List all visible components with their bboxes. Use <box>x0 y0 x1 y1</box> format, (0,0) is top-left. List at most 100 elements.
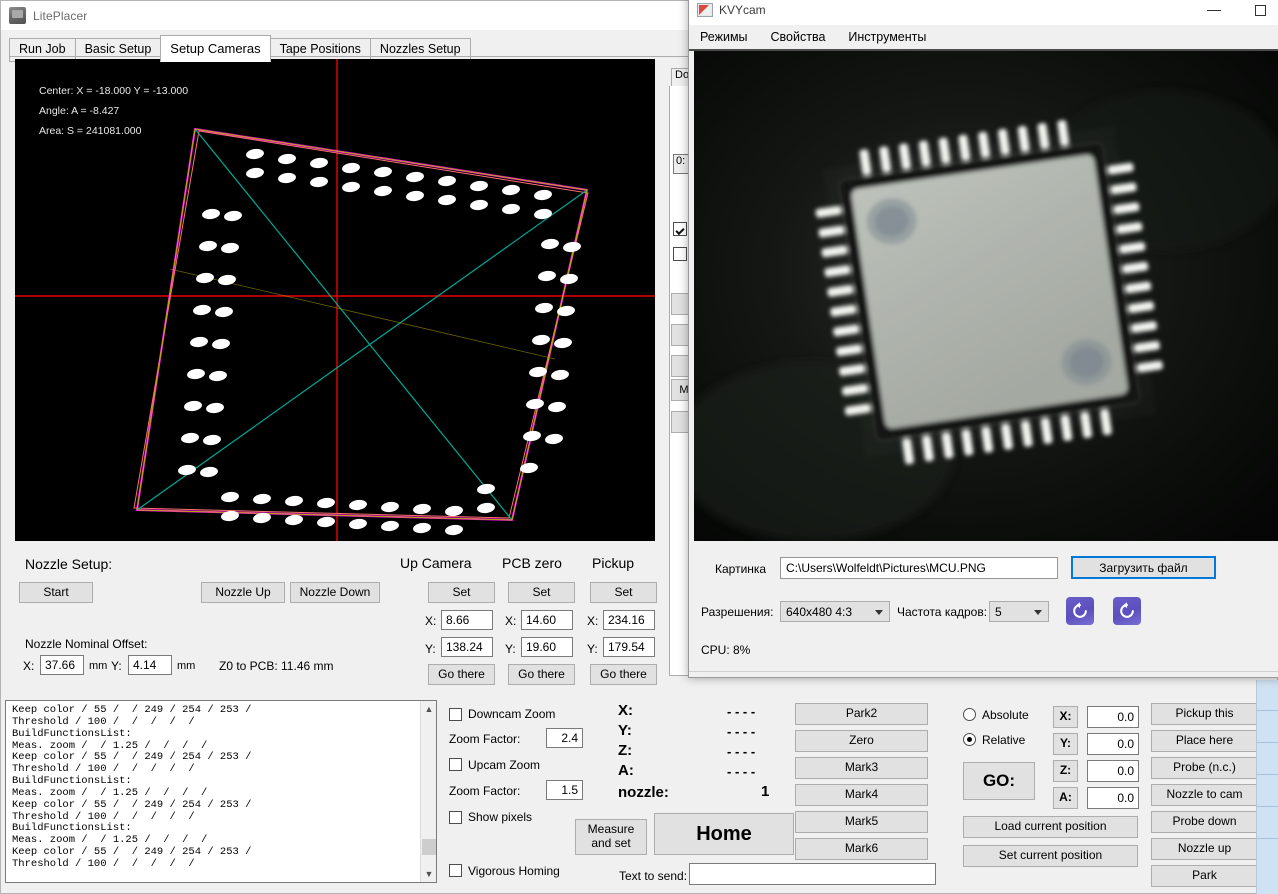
pickup-set-button[interactable]: Set <box>590 582 657 603</box>
up-camera-set-button[interactable]: Set <box>428 582 495 603</box>
probe-down-button[interactable]: Probe down <box>1151 811 1258 833</box>
show-pixels-checkbox[interactable] <box>449 811 462 824</box>
nozzle-nominal-offset-label: Nozzle Nominal Offset: <box>25 637 148 651</box>
set-current-position-button[interactable]: Set current position <box>963 845 1138 867</box>
log-scrollbar-thumb[interactable] <box>422 839 436 855</box>
nominal-offset-y-input[interactable]: 4.14 <box>128 655 172 675</box>
readout-z-label: Z: <box>618 742 633 759</box>
resolution-select[interactable]: 640x480 4:3 <box>780 601 890 622</box>
mark6-button[interactable]: Mark6 <box>795 838 928 860</box>
text-to-send-label: Text to send: <box>619 869 688 883</box>
rotate-left-icon[interactable] <box>1066 597 1094 625</box>
text-to-send-input[interactable] <box>689 863 936 885</box>
nozzle-up-button-2[interactable]: Nozzle up <box>1151 838 1258 860</box>
upcam-zoom-factor-input[interactable]: 1.5 <box>546 780 583 800</box>
downcam-vision-canvas[interactable]: Center: X = -18.000 Y = -13.000 Angle: A… <box>15 59 655 541</box>
pickup-this-button[interactable]: Pickup this <box>1151 703 1258 725</box>
mark5-button[interactable]: Mark5 <box>795 811 928 833</box>
pickup-x-input[interactable]: 234.16 <box>603 610 655 630</box>
pcb-zero-y-input[interactable]: 19.60 <box>521 637 573 657</box>
log-scrollbar[interactable]: ▲ ▼ <box>420 701 436 882</box>
pcb-zero-set-button[interactable]: Set <box>508 582 575 603</box>
probe-nc-button[interactable]: Probe (n.c.) <box>1151 757 1258 779</box>
load-current-position-button[interactable]: Load current position <box>963 816 1138 838</box>
kvycam-video-preview[interactable] <box>694 51 1278 541</box>
nozzle-to-cam-button[interactable]: Nozzle to cam <box>1151 784 1258 806</box>
vision-angle-text: Angle: A = -8.427 <box>39 105 120 117</box>
rotate-left-glyph <box>1073 602 1087 618</box>
absolute-radio[interactable] <box>963 708 976 721</box>
up-camera-y-label: Y: <box>425 642 436 656</box>
up-camera-go-there-button[interactable]: Go there <box>428 664 495 685</box>
downcam-zoom-checkbox[interactable] <box>449 708 462 721</box>
zero-button[interactable]: Zero <box>795 730 928 752</box>
scroll-down-icon[interactable]: ▼ <box>421 866 436 882</box>
readout-a-label: A: <box>618 762 634 779</box>
up-camera-x-input[interactable]: 8.66 <box>441 610 493 630</box>
readout-y-value: - - - - <box>727 724 756 739</box>
readout-x-value: - - - - <box>727 704 756 719</box>
framerate-label: Частота кадров: <box>897 605 988 619</box>
load-file-button[interactable]: Загрузить файл <box>1071 556 1216 579</box>
picture-label: Картинка <box>715 562 767 576</box>
chevron-down-icon-2 <box>1034 609 1042 615</box>
pcb-zero-go-there-button[interactable]: Go there <box>508 664 575 685</box>
place-here-button[interactable]: Place here <box>1151 730 1258 752</box>
tab-setup-cameras[interactable]: Setup Cameras <box>160 35 271 62</box>
downcam-zoom-factor-input[interactable]: 2.4 <box>546 728 583 748</box>
pcb-zero-x-input[interactable]: 14.60 <box>521 610 573 630</box>
rotate-right-icon[interactable] <box>1113 597 1141 625</box>
kvycam-bottom-panel: Картинка C:\Users\Wolfeldt\Pictures\MCU.… <box>689 543 1278 677</box>
go-z-label: Z: <box>1053 760 1078 782</box>
scroll-up-icon[interactable]: ▲ <box>421 701 436 717</box>
log-output-box[interactable]: Keep color / 55 / / 249 / 254 / 253 / Th… <box>5 700 437 883</box>
pickup-group-title: Pickup <box>592 555 635 571</box>
nominal-offset-x-input[interactable]: 37.66 <box>40 655 84 675</box>
up-camera-x-label: X: <box>425 614 437 628</box>
kvycam-maximize-icon[interactable] <box>1237 0 1278 25</box>
vigorous-homing-label: Vigorous Homing <box>468 864 560 878</box>
pickup-y-input[interactable]: 179.54 <box>603 637 655 657</box>
vision-center-text: Center: X = -18.000 Y = -13.000 <box>39 85 189 97</box>
log-output-text: Keep color / 55 / / 249 / 254 / 253 / Th… <box>12 704 252 870</box>
go-x-input[interactable]: 0.0 <box>1087 706 1139 728</box>
menu-item-instrumenty[interactable]: Инструменты <box>845 28 929 46</box>
measure-and-set-button[interactable]: Measure and set <box>575 819 647 855</box>
readout-nozzle-value: 1 <box>761 783 770 800</box>
right-column-checkbox-2[interactable] <box>673 247 687 261</box>
go-y-label: Y: <box>1053 733 1078 755</box>
framerate-select[interactable]: 5 <box>989 601 1049 622</box>
upcam-zoom-checkbox[interactable] <box>449 758 462 771</box>
nozzle-setup-heading: Nozzle Setup: <box>25 556 113 572</box>
pickup-y-label: Y: <box>587 642 598 656</box>
mark4-button[interactable]: Mark4 <box>795 784 928 806</box>
start-button[interactable]: Start <box>19 582 93 603</box>
pickup-go-there-button[interactable]: Go there <box>590 664 657 685</box>
go-z-input[interactable]: 0.0 <box>1087 760 1139 782</box>
go-button[interactable]: GO: <box>963 762 1035 800</box>
go-a-input[interactable]: 0.0 <box>1087 787 1139 809</box>
menu-item-svoystva[interactable]: Свойства <box>768 28 829 46</box>
up-camera-y-input[interactable]: 138.24 <box>441 637 493 657</box>
readout-a-value: - - - - <box>727 764 756 779</box>
go-y-input[interactable]: 0.0 <box>1087 733 1139 755</box>
vigorous-homing-checkbox[interactable] <box>449 864 462 877</box>
liteplacer-right-column: Do 0: M <box>661 59 697 679</box>
readout-x-label: X: <box>618 702 633 719</box>
home-button[interactable]: Home <box>654 813 794 855</box>
go-a-label: A: <box>1053 787 1078 809</box>
menu-item-rezhimy[interactable]: Режимы <box>697 28 751 46</box>
relative-radio[interactable] <box>963 733 976 746</box>
go-x-label: X: <box>1053 706 1078 728</box>
nozzle-up-button[interactable]: Nozzle Up <box>201 582 285 603</box>
park2-button[interactable]: Park2 <box>795 703 928 725</box>
mark3-button[interactable]: Mark3 <box>795 757 928 779</box>
right-column-checkbox-1[interactable] <box>673 222 687 236</box>
kvycam-title: KVYcam <box>719 3 766 17</box>
background-window-sliver <box>1256 680 1278 894</box>
park-button[interactable]: Park <box>1151 865 1258 887</box>
resolution-value: 640x480 4:3 <box>786 604 853 619</box>
picture-path-input[interactable]: C:\Users\Wolfeldt\Pictures\MCU.PNG <box>780 557 1058 579</box>
kvycam-minimize-icon[interactable] <box>1191 0 1237 25</box>
nozzle-down-button[interactable]: Nozzle Down <box>290 582 380 603</box>
